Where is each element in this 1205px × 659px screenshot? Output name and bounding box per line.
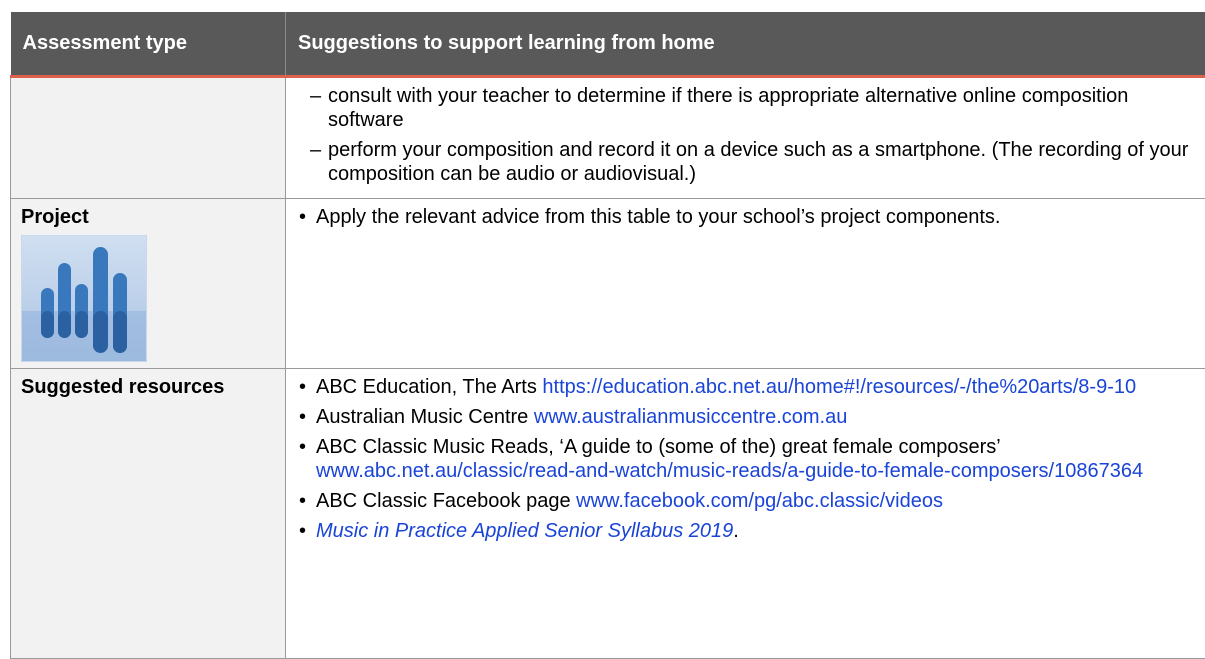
resource-item: Australian Music Centre www.australianmu… bbox=[296, 405, 1195, 429]
list-item: Apply the relevant advice from this tabl… bbox=[296, 205, 1195, 229]
header-assessment-type: Assessment type bbox=[11, 12, 286, 76]
resources-list: ABC Education, The Arts https://educatio… bbox=[296, 375, 1195, 543]
resource-label: ABC Education, The Arts bbox=[316, 376, 542, 398]
row2-type-cell: Project bbox=[11, 198, 286, 368]
syllabus-link[interactable]: Music in Practice Applied Senior Syllabu… bbox=[316, 520, 733, 542]
row2-bullet-list: Apply the relevant advice from this tabl… bbox=[296, 205, 1195, 229]
row1-type-cell bbox=[11, 76, 286, 198]
table-row: consult with your teacher to determine i… bbox=[11, 76, 1205, 198]
list-item: consult with your teacher to determine i… bbox=[296, 84, 1195, 132]
row3-resources-cell: ABC Education, The Arts https://educatio… bbox=[286, 368, 1205, 658]
table-row: Project bbox=[11, 198, 1205, 368]
resource-label: Australian Music Centre bbox=[316, 406, 534, 428]
table-header-row: Assessment type Suggestions to support l… bbox=[11, 12, 1205, 76]
project-label: Project bbox=[21, 205, 275, 229]
header-suggestions: Suggestions to support learning from hom… bbox=[286, 12, 1205, 76]
document-page: Assessment type Suggestions to support l… bbox=[0, 0, 1205, 644]
table-row: Suggested resources ABC Education, The A… bbox=[11, 368, 1205, 658]
resource-link[interactable]: www.facebook.com/pg/abc.classic/videos bbox=[576, 490, 943, 512]
resource-item: ABC Education, The Arts https://educatio… bbox=[296, 375, 1195, 399]
list-item: perform your composition and record it o… bbox=[296, 138, 1195, 186]
resource-label: ABC Classic Music Reads, ‘A guide to (so… bbox=[316, 436, 1000, 458]
resource-item: ABC Classic Facebook page www.facebook.c… bbox=[296, 489, 1195, 513]
resource-link[interactable]: https://education.abc.net.au/home#!/reso… bbox=[542, 376, 1136, 398]
resource-suffix: . bbox=[733, 520, 739, 542]
resource-link[interactable]: www.abc.net.au/classic/read-and-watch/mu… bbox=[316, 460, 1143, 482]
project-bars-icon bbox=[21, 235, 147, 362]
resource-label: ABC Classic Facebook page bbox=[316, 490, 576, 512]
row3-type-cell: Suggested resources bbox=[11, 368, 286, 658]
resource-item: ABC Classic Music Reads, ‘A guide to (so… bbox=[296, 435, 1195, 483]
resource-link[interactable]: www.australianmusiccentre.com.au bbox=[534, 406, 847, 428]
row1-dash-list: consult with your teacher to determine i… bbox=[296, 84, 1195, 186]
resource-item: Music in Practice Applied Senior Syllabu… bbox=[296, 519, 1195, 543]
row1-suggestions-cell: consult with your teacher to determine i… bbox=[286, 76, 1205, 198]
assessment-table: Assessment type Suggestions to support l… bbox=[10, 12, 1205, 659]
row2-suggestions-cell: Apply the relevant advice from this tabl… bbox=[286, 198, 1205, 368]
